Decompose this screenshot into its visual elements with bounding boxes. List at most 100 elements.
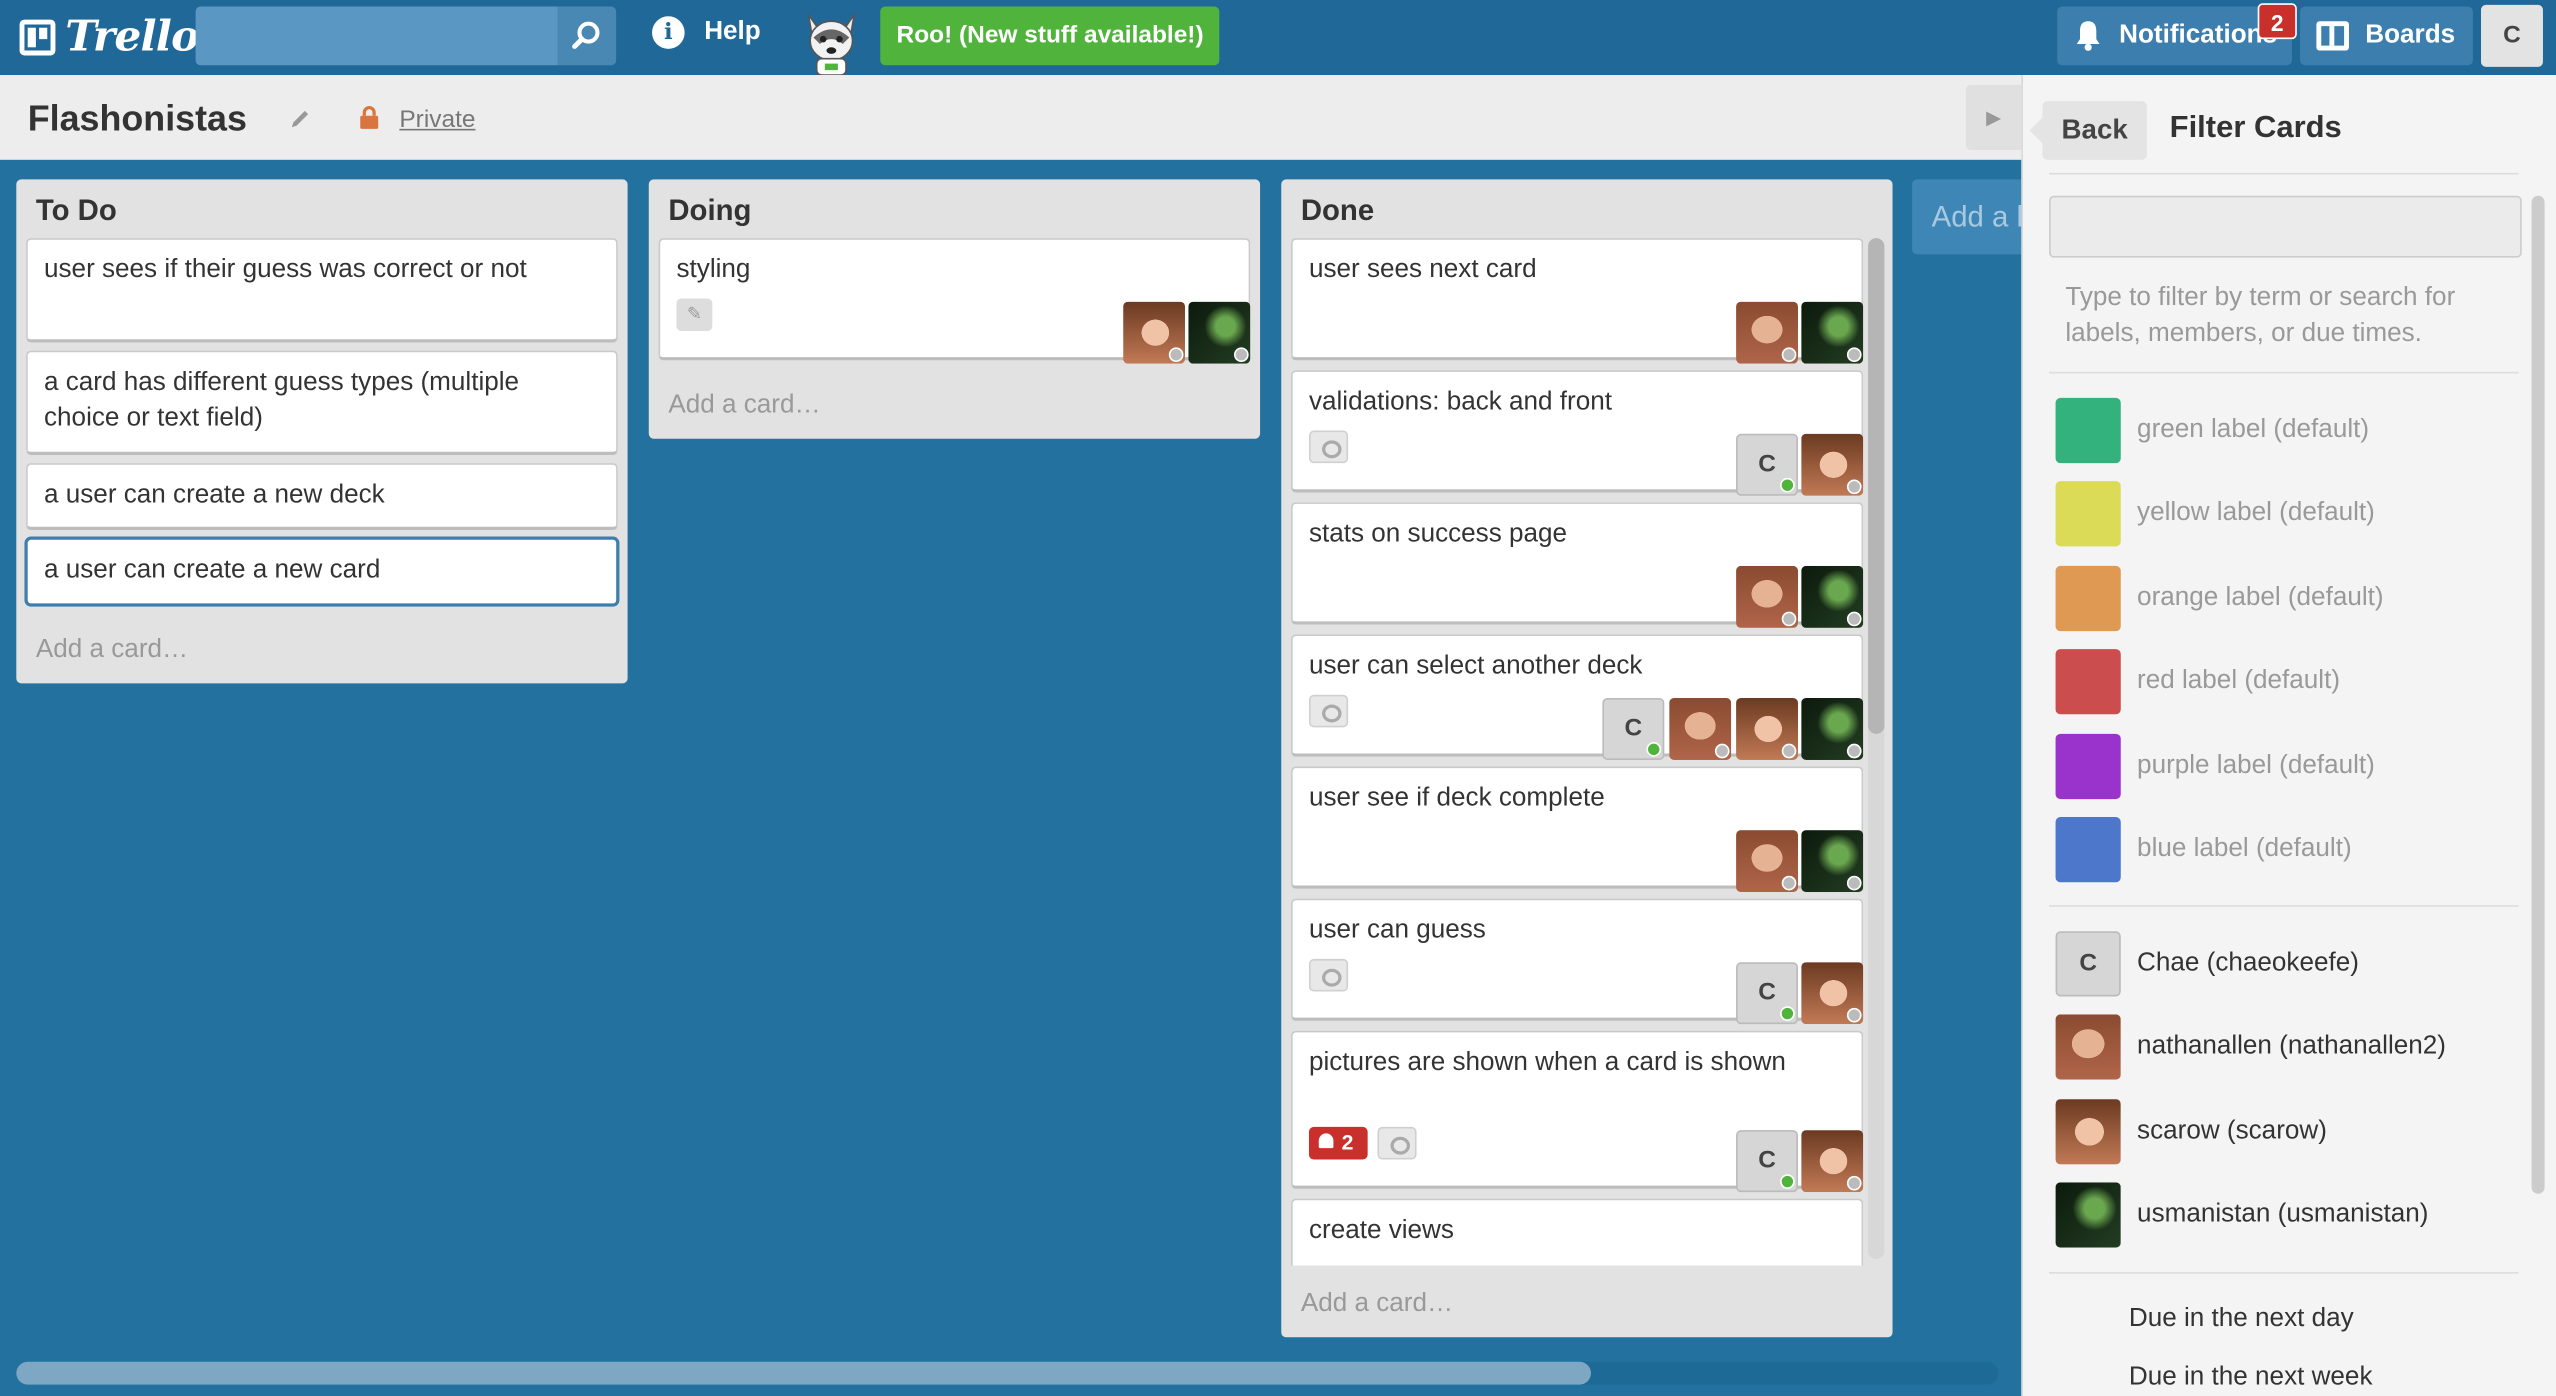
list-doing[interactable]: Doing styling ✎ Add a card… [648, 179, 1261, 439]
status-dot [1846, 347, 1862, 363]
filter-label-yellow[interactable]: yellow label (default) [2055, 479, 2375, 547]
filter-label-green[interactable]: green label (default) [2055, 396, 2369, 464]
card[interactable]: user can select another deck C [1291, 634, 1864, 760]
search-button[interactable] [557, 6, 617, 66]
filter-help-text: Type to filter by term or search for lab… [2065, 283, 2456, 348]
list-vertical-scrollbar[interactable] [1868, 238, 1885, 1260]
card-title: styling [676, 256, 751, 284]
filter-member-usmanistan[interactable]: usmanistan (usmanistan) [2055, 1182, 2428, 1248]
filter-due-next-day[interactable]: Due in the next day [2129, 1305, 2354, 1334]
help-button[interactable]: i Help [652, 16, 761, 49]
member-avatar[interactable] [1188, 301, 1251, 364]
member-avatar[interactable] [1736, 565, 1799, 628]
label-name: red label (default) [2137, 667, 2341, 695]
sidebar-collapse-button[interactable]: ▶ [1965, 84, 2022, 151]
user-avatar-button[interactable]: C [2481, 4, 2543, 67]
filter-label-orange[interactable]: orange label (default) [2055, 564, 2384, 632]
filter-member-chae[interactable]: C Chae (chaeokeefe) [2055, 931, 2359, 997]
status-dot [1781, 743, 1797, 759]
card-title: validations: back and front [1308, 388, 1612, 416]
filter-sidebar: Back Filter Cards Type to filter by term… [2021, 75, 2556, 1396]
card[interactable]: user can guess C [1291, 898, 1864, 1025]
filter-member-nathanallen[interactable]: nathanallen (nathanallen2) [2055, 1014, 2446, 1080]
card[interactable]: user see if deck complete [1291, 766, 1864, 893]
member-avatar[interactable]: C [1736, 962, 1799, 1025]
privacy-link[interactable]: Private [399, 106, 475, 134]
member-avatar[interactable] [1736, 830, 1799, 893]
taco-husky-icon[interactable] [795, 5, 867, 77]
card-title: a user can create a new deck [44, 481, 385, 509]
card[interactable]: stats on success page [1291, 502, 1864, 628]
label-swatch [2055, 649, 2121, 715]
list-title[interactable]: Done [1301, 194, 1374, 228]
add-card-link[interactable]: Add a card… [1301, 1290, 1453, 1319]
list-done[interactable]: Done user sees next card validations: ba… [1281, 179, 1893, 1338]
label-name: purple label (default) [2137, 751, 2375, 780]
member-avatar: C [2055, 931, 2121, 997]
filter-due-next-week[interactable]: Due in the next week [2129, 1363, 2373, 1392]
boards-button[interactable]: Boards [2300, 6, 2473, 66]
status-dot [1714, 743, 1730, 759]
card[interactable]: pictures are shown when a card is shown … [1291, 1030, 1864, 1193]
filter-label-red[interactable]: red label (default) [2055, 647, 2341, 715]
scrollbar-thumb[interactable] [1868, 238, 1885, 734]
scrollbar-thumb[interactable] [16, 1361, 1591, 1385]
trello-logo[interactable]: Trello [19, 13, 199, 62]
status-dot [1846, 479, 1862, 495]
divider [2049, 1272, 2519, 1274]
list-title[interactable]: To Do [36, 194, 117, 228]
status-dot [1846, 1175, 1862, 1191]
add-card-link[interactable]: Add a card… [36, 636, 188, 665]
roo-message-button[interactable]: Roo! (New stuff available!) [880, 6, 1220, 66]
board-horizontal-scrollbar[interactable] [16, 1361, 1999, 1385]
label-swatch [2055, 481, 2121, 547]
boards-icon [2316, 21, 2349, 51]
member-avatar[interactable] [1801, 830, 1864, 893]
status-dot [1780, 1006, 1795, 1021]
card[interactable]: create views [1291, 1198, 1864, 1266]
member-avatar[interactable] [1801, 433, 1864, 496]
back-button[interactable]: Back [2029, 101, 2147, 160]
card[interactable]: user sees next card [1291, 238, 1864, 364]
status-dot [1846, 1007, 1862, 1023]
card[interactable]: validations: back and front C [1291, 370, 1864, 496]
list-title[interactable]: Doing [668, 194, 751, 228]
watch-eye-icon [1308, 430, 1349, 464]
member-avatar[interactable]: C [1602, 697, 1665, 760]
member-avatar[interactable] [1123, 301, 1186, 364]
member-avatar[interactable] [1736, 301, 1799, 364]
member-avatar[interactable] [1736, 697, 1799, 760]
card[interactable]: a card has different guess types (multip… [26, 350, 618, 456]
status-dot [1646, 742, 1662, 757]
member-avatar[interactable]: C [1736, 1130, 1799, 1193]
member-avatar[interactable] [1801, 1130, 1864, 1193]
card[interactable]: user sees if their guess was correct or … [26, 238, 618, 343]
filter-label-purple[interactable]: purple label (default) [2055, 732, 2375, 800]
card[interactable]: a user can create a new card [26, 538, 618, 606]
card[interactable]: a user can create a new deck [26, 463, 618, 531]
member-avatar [2055, 1014, 2121, 1080]
boards-label: Boards [2365, 21, 2456, 49]
status-dot [1781, 347, 1797, 363]
board-title[interactable]: Flashonistas [28, 98, 247, 140]
info-icon: i [652, 16, 685, 49]
sidebar-scrollbar[interactable] [2531, 195, 2545, 1194]
member-avatar[interactable] [1669, 697, 1732, 760]
member-avatar[interactable] [1801, 962, 1864, 1025]
member-avatar[interactable] [1801, 565, 1864, 628]
list-todo[interactable]: To Do user sees if their guess was corre… [16, 179, 628, 684]
label-swatch [2055, 397, 2121, 464]
filter-input[interactable] [2049, 195, 2522, 258]
add-card-link[interactable]: Add a card… [668, 391, 820, 420]
status-dot [1781, 611, 1797, 627]
list-cards-scroll[interactable]: user sees next card validations: back an… [1281, 238, 1892, 1266]
card[interactable]: styling ✎ [658, 238, 1251, 364]
filter-label-blue[interactable]: blue label (default) [2055, 815, 2352, 883]
edit-pencil-icon[interactable] [289, 108, 312, 131]
member-avatar[interactable] [1801, 697, 1864, 760]
filter-member-scarow[interactable]: scarow (scarow) [2055, 1099, 2327, 1165]
search-input[interactable] [195, 6, 558, 66]
member-avatar[interactable]: C [1736, 433, 1799, 496]
status-dot [1780, 1174, 1795, 1189]
member-avatar[interactable] [1801, 301, 1864, 364]
